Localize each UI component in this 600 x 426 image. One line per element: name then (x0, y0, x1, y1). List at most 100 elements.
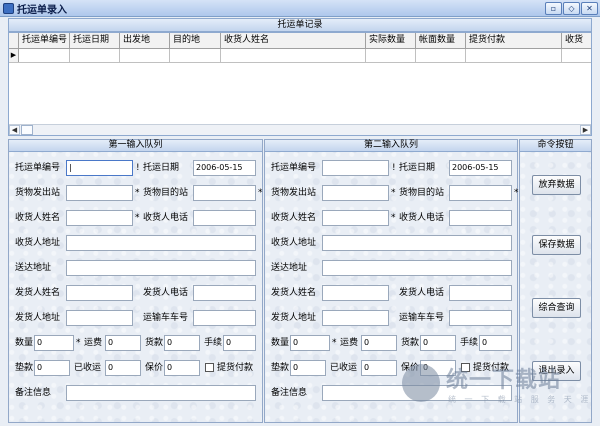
q2-order-no-label: 托运单编号 (271, 163, 317, 173)
col-header-order-no[interactable]: 托运单编号 (19, 33, 70, 48)
q2-note-input[interactable] (322, 385, 512, 401)
col-header-receiver-name[interactable]: 收货人姓名 (221, 33, 366, 48)
q1-date-label: 托运日期 (143, 163, 180, 173)
col-header-origin[interactable]: 出发地 (120, 33, 170, 48)
q2-recv-phone-label: 收货人电话 (399, 213, 445, 223)
records-grid[interactable]: 托运单编号 托运日期 出发地 目的地 收货人姓名 实际数量 帐面数量 提货付款 … (8, 32, 592, 136)
q1-send-name-label: 发货人姓名 (15, 288, 61, 298)
grid-cell[interactable] (562, 49, 591, 62)
grid-cell[interactable] (466, 49, 562, 62)
q1-send-addr-input[interactable] (66, 310, 133, 326)
required-mark: * (258, 188, 263, 198)
queue1-title: 第一输入队列 (9, 140, 262, 152)
exit-button[interactable]: 退出录入 (532, 361, 581, 381)
grid-cell[interactable] (170, 49, 221, 62)
q2-order-no-input[interactable] (322, 160, 389, 176)
col-header-book-qty[interactable]: 帐面数量 (416, 33, 466, 48)
q2-send-phone-input[interactable] (449, 285, 512, 301)
q1-goods-pay-input[interactable]: 0 (164, 335, 200, 351)
q1-note-input[interactable] (66, 385, 256, 401)
scroll-left-icon[interactable]: ◀ (9, 125, 20, 135)
q2-send-addr-input[interactable] (322, 310, 389, 326)
maximize-button[interactable]: ◇ (563, 2, 580, 15)
grid-cell[interactable] (221, 49, 366, 62)
discard-button[interactable]: 放弃数据 (532, 175, 581, 195)
q2-goods-pay-label: 货款 (401, 338, 420, 348)
q1-order-no-input[interactable]: | (66, 160, 133, 176)
q1-order-no-label: 托运单编号 (15, 163, 61, 173)
commands-title: 命令按钮 (520, 140, 591, 152)
col-header-actual-qty[interactable]: 实际数量 (366, 33, 416, 48)
q2-recv-name-label: 收货人姓名 (271, 213, 317, 223)
q2-note-label: 备注信息 (271, 388, 308, 398)
col-header-pickup-pay[interactable]: 提货付款 (466, 33, 562, 48)
q1-recv-addr-input[interactable] (66, 235, 256, 251)
q2-deliver-addr-input[interactable] (322, 260, 512, 276)
q1-qty-input[interactable]: 0 (34, 335, 74, 351)
q2-received-input[interactable]: 0 (361, 360, 397, 376)
q2-from-input[interactable] (322, 185, 389, 201)
q2-advance-input[interactable]: 0 (290, 360, 326, 376)
q1-advance-label: 垫款 (15, 363, 34, 373)
q2-qty-label: 数量 (271, 338, 290, 348)
window-title-bar[interactable]: 托运单录入 ▫ ◇ ✕ (0, 0, 600, 17)
q1-pickup-pay-checkbox[interactable] (205, 363, 214, 372)
q1-to-input[interactable] (193, 185, 256, 201)
required-mark: * (514, 188, 519, 198)
required-mark: * (391, 188, 396, 198)
grid-cell[interactable] (120, 49, 170, 62)
close-button[interactable]: ✕ (581, 2, 598, 15)
q1-send-name-input[interactable] (66, 285, 133, 301)
scroll-right-icon[interactable]: ▶ (580, 125, 591, 135)
q2-truck-input[interactable] (449, 310, 512, 326)
q1-deliver-addr-input[interactable] (66, 260, 256, 276)
q2-date-input[interactable]: 2006-05-15 (449, 160, 512, 176)
required-mark: * (135, 213, 140, 223)
q2-qty-input[interactable]: 0 (290, 335, 330, 351)
q2-fee-input[interactable]: 0 (479, 335, 512, 351)
q2-pickup-pay-checkbox[interactable] (461, 363, 470, 372)
q2-goods-pay-input[interactable]: 0 (420, 335, 456, 351)
grid-cell[interactable] (70, 49, 120, 62)
grid-cell[interactable] (416, 49, 466, 62)
q1-note-label: 备注信息 (15, 388, 52, 398)
scroll-track[interactable] (33, 125, 580, 135)
q2-to-input[interactable] (449, 185, 512, 201)
query-button[interactable]: 综合查询 (532, 298, 581, 318)
q1-date-input[interactable]: 2006-05-15 (193, 160, 256, 176)
q1-recv-phone-input[interactable] (193, 210, 256, 226)
q1-advance-input[interactable]: 0 (34, 360, 70, 376)
q2-insure-input[interactable]: 0 (420, 360, 456, 376)
col-header-date[interactable]: 托运日期 (70, 33, 120, 48)
col-header-destination[interactable]: 目的地 (170, 33, 221, 48)
q2-recv-name-input[interactable] (322, 210, 389, 226)
q1-send-phone-input[interactable] (193, 285, 256, 301)
q1-from-input[interactable] (66, 185, 133, 201)
q1-goods-pay-label: 货款 (145, 338, 164, 348)
grid-cell[interactable] (19, 49, 70, 62)
q1-truck-input[interactable] (193, 310, 256, 326)
scroll-thumb[interactable] (21, 125, 33, 135)
q1-recv-name-input[interactable] (66, 210, 133, 226)
q2-freight-input[interactable]: 0 (361, 335, 397, 351)
q2-insure-label: 保价 (401, 363, 420, 373)
table-row[interactable]: ▶ (9, 49, 591, 63)
q1-fee-input[interactable]: 0 (223, 335, 256, 351)
q2-send-name-input[interactable] (322, 285, 389, 301)
required-mark: * (391, 213, 396, 223)
q1-freight-label: 运费 (84, 338, 103, 348)
q2-recv-phone-input[interactable] (449, 210, 512, 226)
q1-recv-name-label: 收货人姓名 (15, 213, 61, 223)
required-mark: * (135, 188, 140, 198)
q1-freight-input[interactable]: 0 (105, 335, 141, 351)
save-button[interactable]: 保存数据 (532, 235, 581, 255)
q1-insure-input[interactable]: 0 (164, 360, 200, 376)
required-mark: * (76, 338, 81, 348)
grid-horizontal-scrollbar[interactable]: ◀ ▶ (9, 124, 591, 135)
q1-received-input[interactable]: 0 (105, 360, 141, 376)
q2-recv-addr-label: 收货人地址 (271, 238, 317, 248)
grid-cell[interactable] (366, 49, 416, 62)
q2-recv-addr-input[interactable] (322, 235, 512, 251)
col-header-receiver[interactable]: 收货 (562, 33, 591, 48)
minimize-button[interactable]: ▫ (545, 2, 562, 15)
